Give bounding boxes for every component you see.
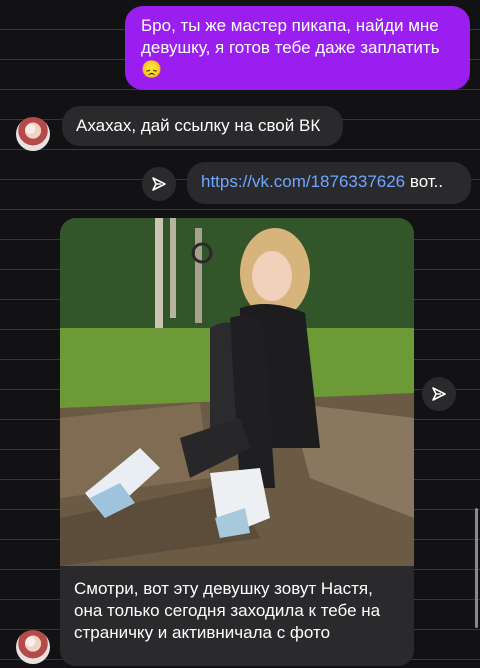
outgoing-link-bubble[interactable]: https://vk.com/1876337626 вот.. — [187, 162, 471, 204]
message-text: Ахахах, дай ссылку на свой ВК — [76, 116, 321, 135]
incoming-message-bubble[interactable]: Ахахах, дай ссылку на свой ВК — [62, 106, 343, 146]
message-text: Бро, ты же мастер пикапа, найди мне деву… — [141, 16, 440, 79]
photo-caption: Смотри, вот эту девушку зовут Настя, она… — [74, 579, 381, 642]
incoming-photo-message[interactable]: Смотри, вот эту девушку зовут Настя, она… — [60, 218, 414, 666]
message-text: вот.. — [405, 172, 444, 191]
photo-illustration — [60, 218, 414, 566]
paper-plane-icon — [152, 177, 166, 191]
paper-plane-icon — [432, 387, 446, 401]
vk-link[interactable]: https://vk.com/1876337626 — [201, 172, 405, 191]
shared-photo[interactable] — [60, 218, 414, 566]
scrollbar[interactable] — [475, 508, 478, 628]
share-button[interactable] — [422, 377, 456, 411]
outgoing-message-bubble[interactable]: Бро, ты же мастер пикапа, найди мне деву… — [125, 6, 470, 90]
share-button[interactable] — [142, 167, 176, 201]
avatar[interactable] — [16, 630, 50, 664]
avatar[interactable] — [16, 117, 50, 151]
